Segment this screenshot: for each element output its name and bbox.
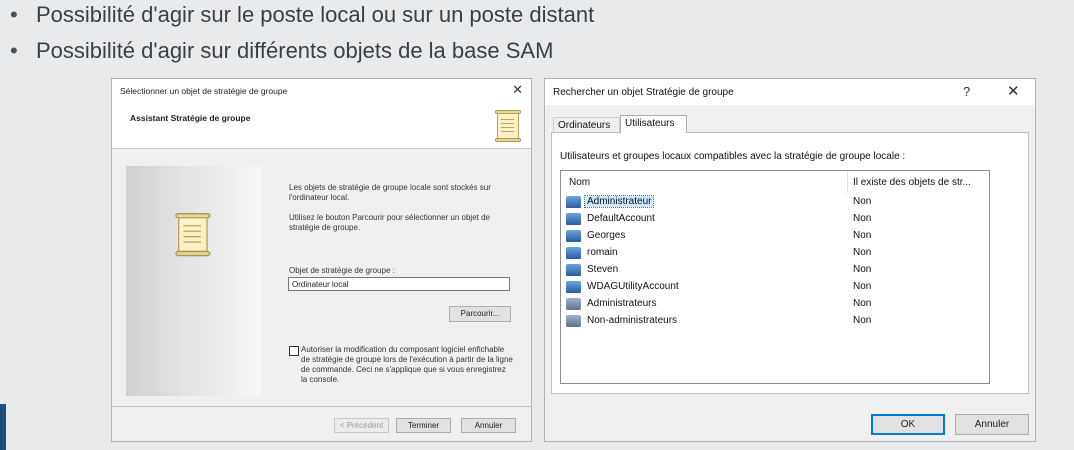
item-name: DefaultAccount [587, 213, 655, 224]
bullet-item: • Possibilité d'agir sur différents objet… [10, 38, 554, 63]
scroll-icon [175, 213, 211, 257]
gpo-object-field[interactable]: Ordinateur local [288, 277, 510, 291]
user-icon [566, 230, 581, 242]
slide-accent-bar [0, 404, 6, 450]
users-list[interactable]: Nom Il existe des objets de str... Admin… [560, 170, 990, 384]
group-icon [566, 298, 581, 310]
user-icon [566, 196, 581, 208]
item-name: Administrateur [583, 195, 655, 208]
item-value: Non [853, 213, 872, 224]
list-item[interactable]: romain Non [566, 245, 966, 262]
close-icon[interactable]: ✕ [512, 82, 523, 98]
find-gpo-dialog: Rechercher un objet Stratégie de groupe … [544, 78, 1036, 442]
finish-button[interactable]: Terminer [396, 418, 451, 433]
dialog-title: Sélectionner un objet de stratégie de gr… [120, 86, 288, 96]
field-label: Objet de stratégie de groupe : [289, 266, 395, 275]
wizard-side-panel [126, 166, 261, 396]
title-bar: Rechercher un objet Stratégie de groupe … [545, 79, 1035, 105]
user-icon [566, 264, 581, 276]
cancel-button[interactable]: Annuler [461, 418, 516, 433]
user-icon [566, 213, 581, 225]
list-header: Nom Il existe des objets de str... [561, 171, 989, 193]
group-icon [566, 315, 581, 327]
bullet-item: • Possibilité d'agir sur le poste local o… [10, 2, 595, 27]
list-item[interactable]: Georges Non [566, 228, 966, 245]
item-value: Non [853, 230, 872, 241]
column-header-name[interactable]: Nom [569, 177, 590, 188]
list-item[interactable]: DefaultAccount Non [566, 211, 966, 228]
item-value: Non [853, 281, 872, 292]
info-text: Utilisez le bouton Parcourir pour sélect… [289, 213, 491, 232]
list-item[interactable]: Non-administrateurs Non [566, 313, 966, 330]
tab-computers[interactable]: Ordinateurs [553, 117, 620, 132]
item-value: Non [853, 315, 872, 326]
item-value: Non [853, 264, 872, 275]
slide-bullets: • Possibilité d'agir sur le poste local o… [8, 0, 594, 72]
wizard-header: Assistant Stratégie de groupe [112, 103, 531, 149]
item-name: romain [587, 247, 618, 258]
item-value: Non [853, 196, 872, 207]
list-item[interactable]: WDAGUtilityAccount Non [566, 279, 966, 296]
item-name: Administrateurs [587, 298, 657, 309]
wizard-heading: Assistant Stratégie de groupe [130, 113, 251, 123]
item-name: Non-administrateurs [587, 315, 678, 326]
tab-users[interactable]: Utilisateurs [620, 115, 687, 133]
ok-button[interactable]: OK [871, 414, 945, 435]
item-name: Steven [587, 264, 619, 275]
dialog-title: Rechercher un objet Stratégie de groupe [553, 87, 734, 98]
list-item[interactable]: Administrateurs Non [566, 296, 966, 313]
user-icon [566, 281, 581, 293]
back-button[interactable]: < Précédent [334, 418, 389, 433]
help-icon[interactable]: ? [963, 84, 970, 99]
column-header-exists[interactable]: Il existe des objets de str... [853, 177, 971, 188]
user-icon [566, 247, 581, 259]
divider [112, 406, 531, 407]
item-name: WDAGUtilityAccount [587, 281, 679, 292]
scroll-icon [495, 110, 521, 142]
item-value: Non [853, 247, 872, 258]
list-item[interactable]: Steven Non [566, 262, 966, 279]
info-text: Les objets de stratégie de groupe locale… [289, 183, 491, 202]
checkbox-label: Autoriser la modification du composant l… [301, 345, 513, 384]
browse-button[interactable]: Parcourir... [449, 306, 511, 322]
list-item[interactable]: Administrateur Non [566, 194, 966, 211]
cancel-button[interactable]: Annuler [955, 414, 1029, 435]
close-icon[interactable]: ✕ [1007, 82, 1020, 100]
item-value: Non [853, 298, 872, 309]
panel-description: Utilisateurs et groupes locaux compatibl… [560, 151, 906, 162]
item-name: Georges [587, 230, 626, 241]
group-policy-wizard-dialog: Sélectionner un objet de stratégie de gr… [111, 78, 532, 442]
allow-modification-checkbox[interactable] [289, 346, 299, 356]
title-bar: Sélectionner un objet de stratégie de gr… [112, 79, 531, 103]
